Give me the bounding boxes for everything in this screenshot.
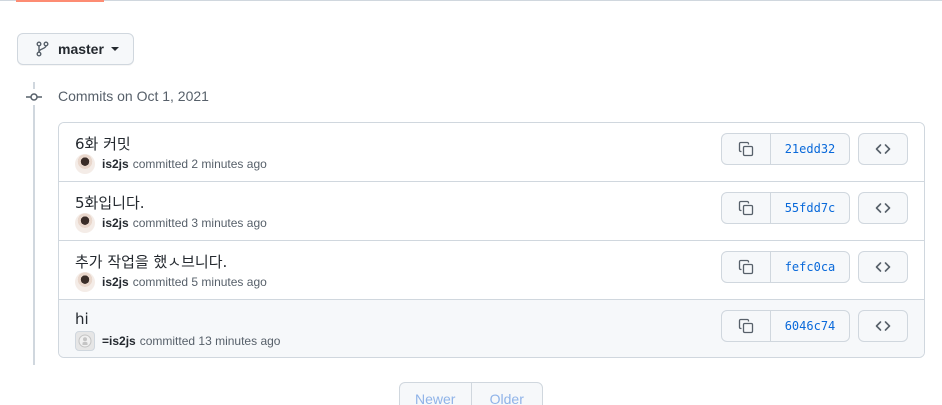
commit-row: 6화 커밋 is2js committed 2 minutes ago 21ed… — [59, 123, 924, 182]
branch-select-button[interactable]: master — [17, 33, 134, 65]
commit-meta: =is2js committed 13 minutes ago — [75, 331, 280, 351]
caret-down-icon — [110, 47, 119, 51]
commit-group-date: Commits on Oct 1, 2021 — [58, 88, 209, 104]
git-branch-icon — [35, 41, 49, 57]
commit-sha-group: 21edd32 — [721, 133, 850, 165]
code-icon — [875, 262, 891, 272]
commit-sha-link[interactable]: 55fdd7c — [771, 193, 849, 223]
commit-author[interactable]: is2js — [102, 216, 129, 230]
commit-time: 3 minutes ago — [191, 216, 267, 230]
commit-sha-link[interactable]: fefc0ca — [771, 252, 849, 282]
commit-row: 추가 작업을 했ㅅ브니다. is2js committed 5 minutes … — [59, 241, 924, 300]
commit-sha-group: 6046c74 — [721, 310, 850, 342]
copy-sha-button[interactable] — [722, 311, 771, 341]
copy-icon — [738, 141, 754, 157]
browse-repo-button[interactable] — [858, 133, 908, 165]
browse-repo-button[interactable] — [858, 310, 908, 342]
browse-repo-button[interactable] — [858, 192, 908, 224]
commit-author[interactable]: is2js — [102, 275, 129, 289]
avatar[interactable] — [75, 154, 95, 174]
copy-icon — [738, 259, 754, 275]
commit-time: 13 minutes ago — [198, 334, 281, 348]
commit-action: committed — [132, 275, 189, 289]
commit-title[interactable]: hi — [75, 310, 89, 328]
copy-sha-button[interactable] — [722, 134, 771, 164]
commit-meta: is2js committed 3 minutes ago — [75, 213, 267, 233]
code-icon — [875, 203, 891, 213]
commit-action: committed — [132, 157, 189, 171]
commit-title[interactable]: 5화입니다. — [75, 192, 145, 213]
commit-sha-link[interactable]: 21edd32 — [771, 134, 849, 164]
header-divider — [0, 0, 942, 1]
copy-sha-button[interactable] — [722, 252, 771, 282]
code-icon — [875, 321, 891, 331]
commit-list: 6화 커밋 is2js committed 2 minutes ago 21ed… — [58, 122, 925, 358]
copy-icon — [738, 200, 754, 216]
commit-title[interactable]: 6화 커밋 — [75, 133, 131, 154]
copy-sha-button[interactable] — [722, 193, 771, 223]
timeline-line — [33, 82, 35, 365]
copy-icon — [738, 318, 754, 334]
commit-author[interactable]: =is2js — [102, 334, 136, 348]
commit-author[interactable]: is2js — [102, 157, 129, 171]
commit-row: 5화입니다. is2js committed 3 minutes ago 55f… — [59, 182, 924, 241]
commit-sha-link[interactable]: 6046c74 — [771, 311, 849, 341]
pagination: Newer Older — [399, 382, 543, 405]
browse-repo-button[interactable] — [858, 251, 908, 283]
commit-meta: is2js committed 2 minutes ago — [75, 154, 267, 174]
commit-title[interactable]: 추가 작업을 했ㅅ브니다. — [75, 251, 227, 272]
commit-time: 5 minutes ago — [191, 275, 267, 289]
avatar[interactable] — [75, 331, 95, 351]
commit-action: committed — [139, 334, 196, 348]
default-avatar-icon — [78, 334, 92, 348]
branch-name: master — [58, 41, 104, 57]
older-button[interactable]: Older — [472, 383, 543, 405]
code-icon — [875, 144, 891, 154]
commit-action: committed — [132, 216, 189, 230]
commit-row: hi =is2js committed 13 minutes ago 6046c… — [59, 300, 924, 357]
active-tab-underline — [16, 0, 104, 2]
commit-sha-group: fefc0ca — [721, 251, 850, 283]
avatar[interactable] — [75, 272, 95, 292]
newer-button[interactable]: Newer — [400, 383, 472, 405]
commit-meta: is2js committed 5 minutes ago — [75, 272, 267, 292]
commit-time: 2 minutes ago — [191, 157, 267, 171]
commit-sha-group: 55fdd7c — [721, 192, 850, 224]
git-commit-icon — [26, 89, 42, 105]
avatar[interactable] — [75, 213, 95, 233]
